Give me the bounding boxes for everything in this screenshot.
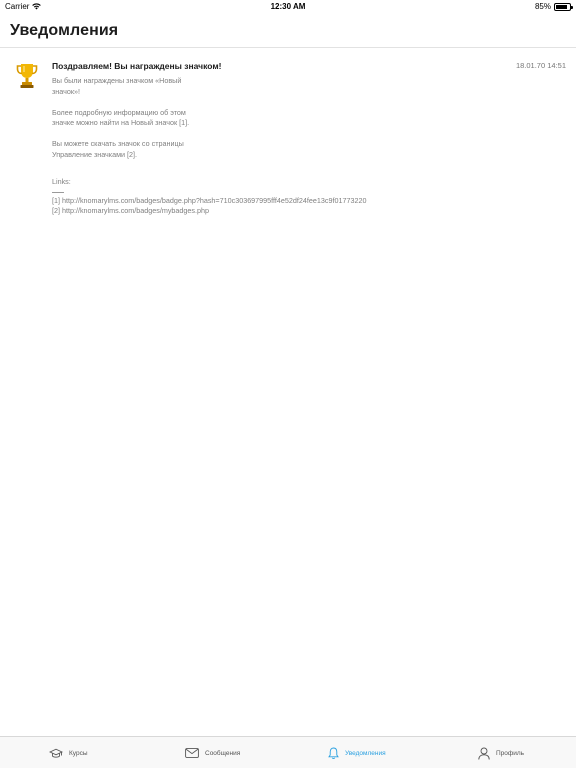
body-paragraph: Вы можете скачать значок со страницы Упр… [52,139,412,160]
link-2[interactable]: [2] http://knomarylms.com/badges/mybadge… [52,206,412,217]
tab-label: Курсы [69,750,88,757]
tab-bar: Курсы Сообщения Уведомления Профиль [0,736,576,768]
graduation-cap-icon [49,748,63,759]
status-bar: Carrier 12:30 AM 85% [0,0,576,14]
tab-messages[interactable]: Сообщения [185,737,240,769]
tab-notifications[interactable]: Уведомления [328,737,386,769]
tab-courses[interactable]: Курсы [49,737,88,769]
bell-icon [328,747,339,760]
notification-body: Вы были награждены значком «Новый значок… [52,76,412,217]
envelope-icon [185,748,199,758]
tab-profile[interactable]: Профиль [478,737,524,769]
links-divider [52,188,412,196]
user-icon [478,747,490,760]
body-text: Вы были награждены значком «Новый [52,76,181,85]
body-text: значок»! [52,87,80,96]
clock: 12:30 AM [0,2,576,11]
trophy-icon [16,62,38,90]
body-paragraph: Вы были награждены значком «Новый значок… [52,76,412,97]
notification-title: Поздравляем! Вы награждены значком! [52,61,221,71]
body-text: Вы можете скачать значок со страницы [52,139,184,148]
body-text: Управление значками [2]. [52,150,137,159]
links-section: Links: [1] http://knomarylms.com/badges/… [52,177,412,217]
tab-label: Сообщения [205,750,240,757]
battery-fill [556,5,567,9]
notification-timestamp: 18.01.70 14:51 [516,61,566,70]
tab-label: Профиль [496,750,524,757]
battery-icon [554,3,571,11]
links-label: Links: [52,177,412,188]
link-1[interactable]: [1] http://knomarylms.com/badges/badge.p… [52,196,412,207]
page-title: Уведомления [10,22,118,40]
battery-percent: 85% [535,2,551,11]
page-header: Уведомления [0,14,576,48]
tab-label: Уведомления [345,750,386,757]
battery-status: 85% [535,2,571,11]
body-text: значке можно найти на Новый значок [1]. [52,118,189,127]
body-text: Более подробную информацию об этом [52,108,186,117]
body-paragraph: Более подробную информацию об этом значк… [52,108,412,129]
